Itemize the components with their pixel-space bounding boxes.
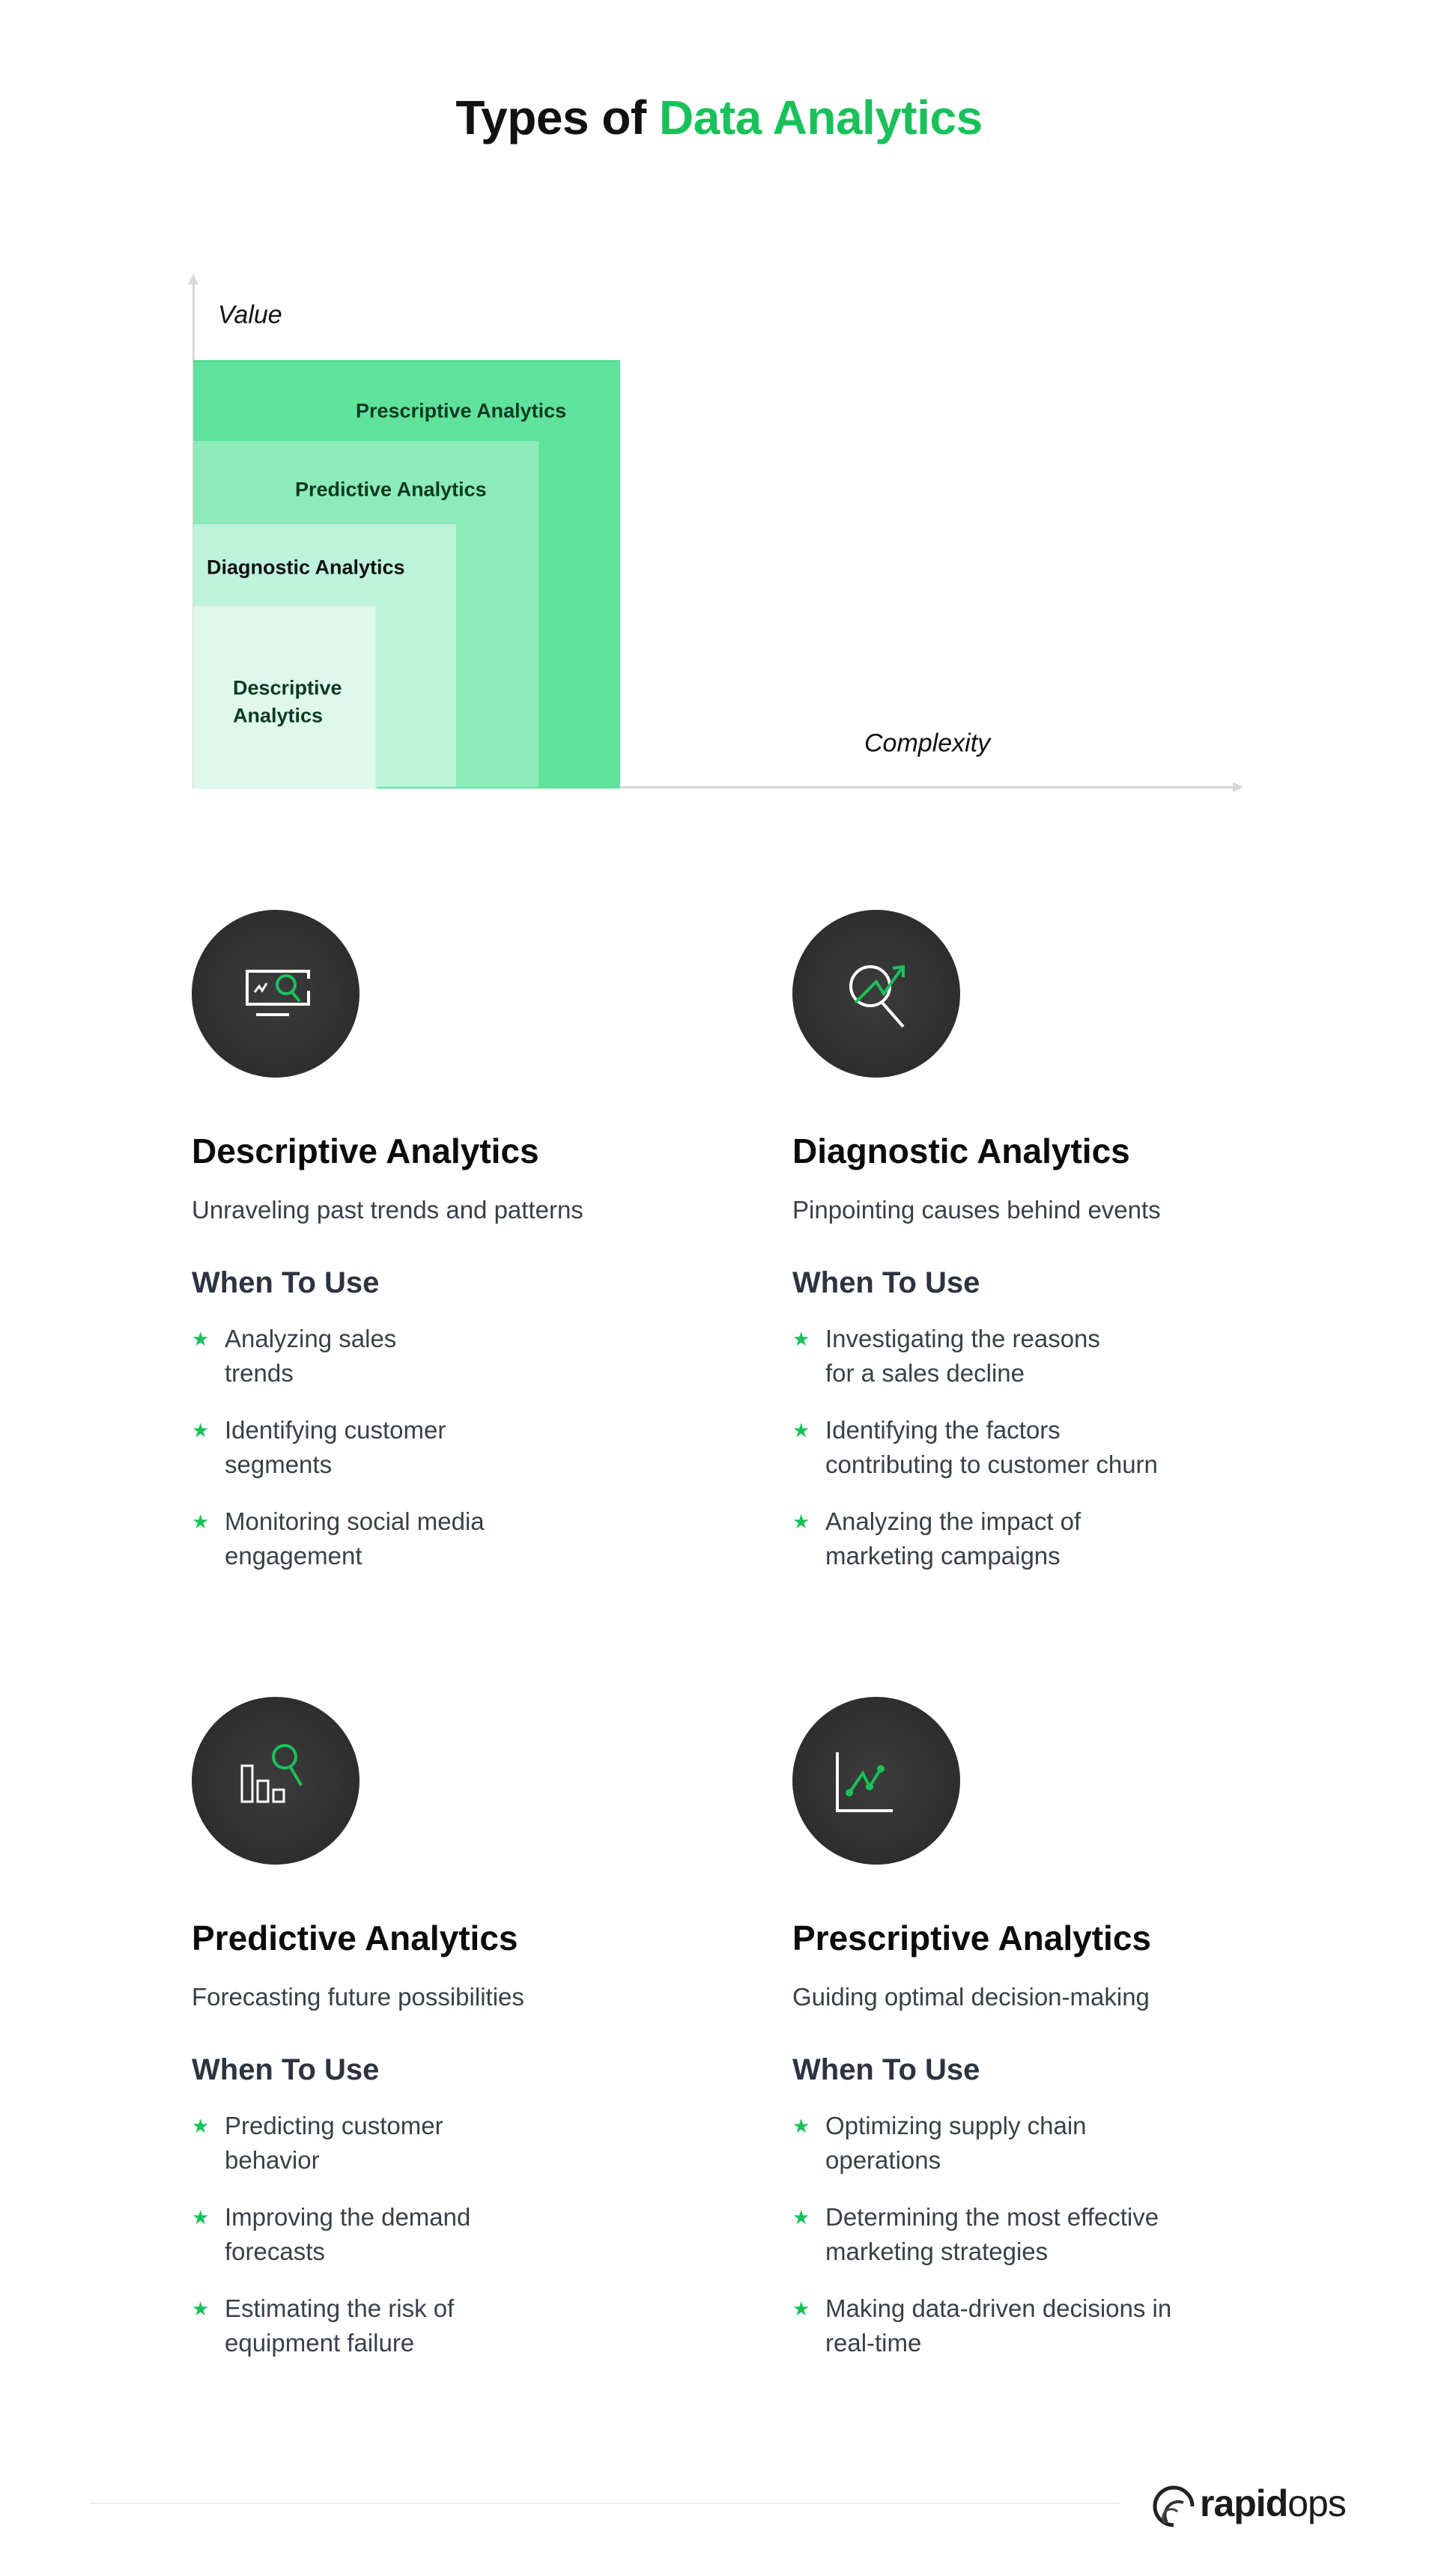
list-item: ★ Estimating the risk of equipment failure [192, 2291, 659, 2383]
rapidops-logo: rapidops [1150, 2480, 1353, 2528]
card-subtitle: Pinpointing causes behind events [792, 1196, 1161, 1224]
layer-label-descriptive-1: Descriptive [233, 676, 342, 699]
item-line: trends [225, 1359, 294, 1387]
star-icon: ★ [792, 2115, 810, 2137]
use-case-list: ★ Predicting customer behavior ★ Improving … [192, 2109, 761, 2383]
monitor-magnifier-icon [192, 910, 360, 1078]
layer-label-descriptive-2: Analytics [233, 704, 324, 727]
use-case-list: ★ Analyzing sales trends ★ Identifying cust… [192, 1322, 761, 1596]
list-item: ★ Analyzing the impact of marketing campai… [792, 1504, 1260, 1596]
list-item: ★ Identifying customer segments [192, 1413, 659, 1504]
footer-divider [90, 2503, 1120, 2504]
item-line: Predicting customer [225, 2112, 443, 2139]
item-line: Improving the demand [225, 2203, 471, 2231]
item-line: Optimizing supply chain [825, 2112, 1087, 2139]
layer-label-prescriptive: Prescriptive Analytics [356, 399, 567, 422]
item-line: Estimating the risk of [225, 2294, 455, 2322]
card-prescriptive: Prescriptive Analytics Guiding optimal d… [792, 1697, 1362, 2357]
x-axis-arrow-icon [1233, 782, 1243, 792]
list-item: ★ Identifying the factors contributing to … [792, 1413, 1260, 1504]
item-line: segments [225, 1450, 333, 1478]
star-icon: ★ [792, 2206, 810, 2229]
list-item: ★ Monitoring social media engagement [192, 1504, 659, 1596]
item-line: Monitoring social media [225, 1507, 485, 1535]
layer-label-predictive: Predictive Analytics [295, 478, 487, 501]
item-line: equipment failure [225, 2329, 415, 2357]
star-icon: ★ [192, 1328, 210, 1350]
star-icon: ★ [192, 2206, 210, 2229]
item-line: Analyzing the impact of [825, 1507, 1081, 1535]
list-item: ★ Predicting customer behavior [192, 2109, 659, 2200]
item-line: contributing to customer churn [825, 1450, 1158, 1478]
card-title: Predictive Analytics [192, 1919, 518, 1957]
item-line: marketing campaigns [825, 1542, 1061, 1570]
star-icon: ★ [792, 1419, 810, 1442]
item-line: Analyzing sales [225, 1325, 397, 1352]
title-prefix: Types of [455, 91, 659, 145]
card-title: Diagnostic Analytics [792, 1131, 1130, 1170]
logo-bold: rapid [1200, 2482, 1288, 2524]
logo-wordmark: rapidops [1200, 2482, 1347, 2525]
item-line: Investigating the reasons [825, 1325, 1100, 1352]
list-item: ★ Analyzing sales trends [192, 1322, 659, 1413]
use-case-list: ★ Optimizing supply chain operations ★ Dete… [792, 2109, 1362, 2383]
star-icon: ★ [192, 2115, 210, 2137]
card-subtitle: Guiding optimal decision-making [792, 1983, 1150, 2011]
star-icon: ★ [192, 1419, 210, 1442]
star-icon: ★ [792, 2297, 810, 2320]
rapidops-swirl-icon [1153, 2485, 1195, 2527]
logo-light: ops [1287, 2482, 1347, 2524]
magnifier-trend-icon [792, 910, 960, 1078]
card-subtitle: Unraveling past trends and patterns [192, 1196, 583, 1224]
when-to-use-heading: When To Use [192, 2053, 380, 2086]
star-icon: ★ [792, 1510, 810, 1533]
use-case-list: ★ Investigating the reasons for a sales de… [792, 1322, 1362, 1596]
item-line: engagement [225, 1542, 362, 1570]
when-to-use-heading: When To Use [792, 2053, 980, 2086]
item-line: real-time [825, 2329, 922, 2357]
item-line: Identifying the factors [825, 1416, 1061, 1444]
y-axis-arrow-icon [188, 274, 198, 285]
title-highlight: Data Analytics [659, 91, 983, 145]
item-line: behavior [225, 2146, 320, 2174]
item-line: forecasts [225, 2238, 325, 2265]
star-icon: ★ [192, 1510, 210, 1533]
layer-label-diagnostic: Diagnostic Analytics [207, 556, 405, 579]
page-title: Types of Data Analytics [0, 90, 1438, 145]
list-item: ★ Optimizing supply chain operations [792, 2109, 1260, 2200]
card-title: Descriptive Analytics [192, 1131, 539, 1170]
y-axis-label: Value [218, 300, 282, 329]
card-descriptive: Descriptive Analytics Unraveling past tr… [192, 910, 761, 1570]
item-line: Determining the most effective [825, 2203, 1159, 2231]
item-line: Making data-driven decisions in [825, 2294, 1172, 2322]
list-item: ★ Improving the demand forecasts [192, 2200, 659, 2291]
item-line: operations [825, 2146, 941, 2174]
item-line: marketing strategies [825, 2238, 1049, 2265]
list-item: ★ Determining the most effective marketing… [792, 2200, 1260, 2291]
card-subtitle: Forecasting future possibilities [192, 1983, 524, 2011]
when-to-use-heading: When To Use [192, 1266, 380, 1299]
star-icon: ★ [792, 1328, 810, 1350]
item-line: for a sales decline [825, 1359, 1025, 1387]
card-title: Prescriptive Analytics [792, 1919, 1151, 1957]
item-line: Identifying customer [225, 1416, 446, 1444]
card-predictive: Predictive Analytics Forecasting future … [192, 1697, 761, 2357]
card-diagnostic: Diagnostic Analytics Pinpointing causes … [792, 910, 1362, 1570]
line-chart-icon [792, 1697, 960, 1865]
star-icon: ★ [192, 2297, 210, 2320]
bar-chart-magnifier-icon [192, 1697, 360, 1865]
list-item: ★ Making data-driven decisions in real-tim… [792, 2291, 1260, 2383]
x-axis-label: Complexity [864, 729, 991, 758]
when-to-use-heading: When To Use [792, 1266, 980, 1299]
list-item: ★ Investigating the reasons for a sales de… [792, 1322, 1260, 1413]
